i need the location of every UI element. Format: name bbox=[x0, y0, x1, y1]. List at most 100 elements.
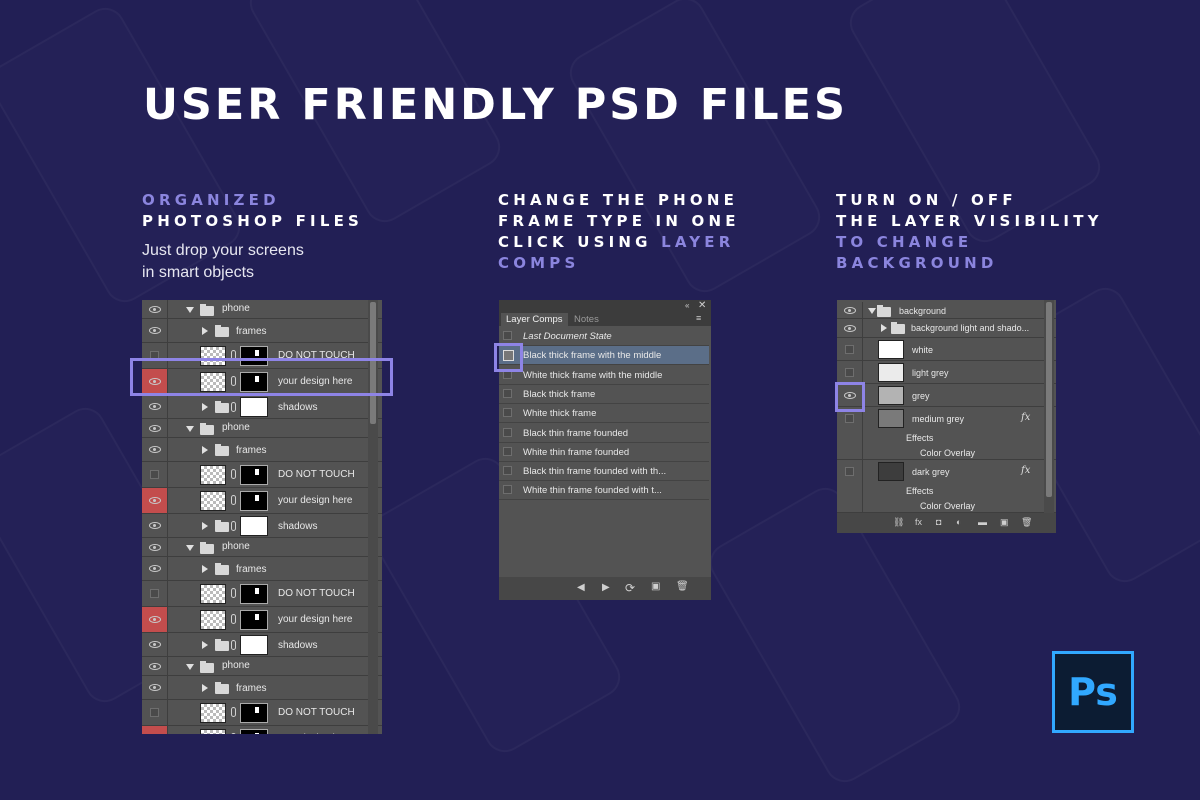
layer-group-row[interactable]: background light and shado... bbox=[837, 319, 1056, 338]
visibility-toggle[interactable] bbox=[142, 657, 168, 675]
layer-group-row[interactable]: phone bbox=[142, 538, 382, 557]
layer-design-row[interactable]: your design here bbox=[142, 607, 382, 633]
visibility-toggle[interactable] bbox=[142, 319, 168, 342]
visibility-toggle[interactable] bbox=[142, 607, 168, 632]
visibility-toggle[interactable] bbox=[142, 557, 168, 580]
layer-comp-item[interactable]: Black thin frame founded bbox=[499, 424, 709, 443]
layer-comp-item[interactable]: White thick frame bbox=[499, 404, 709, 424]
visibility-toggle[interactable] bbox=[837, 302, 863, 318]
visibility-toggle[interactable] bbox=[142, 538, 168, 556]
layer-comp-name: Last Document State bbox=[523, 331, 612, 342]
collapse-icon[interactable]: « bbox=[685, 301, 689, 310]
refresh-icon[interactable]: ⟳ bbox=[625, 581, 635, 595]
layer-design-row[interactable]: your design here bbox=[142, 488, 382, 514]
layer-group-row[interactable]: background bbox=[837, 302, 1056, 319]
layer-name: your design here bbox=[278, 614, 353, 625]
layer-mask bbox=[240, 635, 268, 655]
visibility-toggle-off[interactable] bbox=[837, 361, 863, 383]
mask-icon[interactable]: ◘ bbox=[936, 517, 941, 527]
trash-icon[interactable]: 🗑 bbox=[1021, 517, 1032, 528]
layer-comp-item[interactable]: White thin frame founded with t... bbox=[499, 481, 709, 501]
layer-comp-item[interactable]: Black thin frame founded with th... bbox=[499, 462, 709, 482]
layer-group-row[interactable]: phone bbox=[142, 419, 382, 438]
comp-checkbox[interactable] bbox=[503, 427, 512, 437]
visibility-toggle[interactable] bbox=[142, 726, 168, 734]
visibility-toggle-off[interactable] bbox=[837, 460, 863, 512]
comp-checkbox[interactable] bbox=[503, 331, 512, 340]
adjustment-icon[interactable]: ◐ bbox=[956, 517, 961, 527]
comp-checkbox[interactable] bbox=[503, 388, 512, 398]
visibility-toggle[interactable] bbox=[142, 300, 168, 318]
layer-row-1[interactable]: light grey bbox=[837, 361, 1056, 384]
layer-comp-item[interactable]: Black thick frame with the middle bbox=[499, 346, 709, 366]
layer-row-4[interactable]: dark grey fx Effects Color Overlay bbox=[837, 460, 1056, 513]
visibility-toggle[interactable] bbox=[142, 633, 168, 656]
heading-line: TURN ON / OFF bbox=[836, 191, 1017, 209]
heading-accent: LAYER bbox=[661, 233, 735, 251]
layer-shadows-row[interactable]: shadows bbox=[142, 395, 382, 419]
layer-comp-item[interactable]: White thin frame founded bbox=[499, 443, 709, 462]
visibility-toggle[interactable] bbox=[142, 514, 168, 537]
comp-checkbox[interactable] bbox=[503, 485, 512, 495]
comp-checkbox[interactable] bbox=[503, 408, 512, 418]
layer-comp-name: White thin frame founded bbox=[523, 446, 630, 458]
comp-checkbox[interactable] bbox=[503, 446, 512, 456]
effect-name: Color Overlay bbox=[920, 448, 976, 458]
new-comp-icon[interactable]: ▣ bbox=[651, 581, 660, 592]
folder-icon bbox=[215, 444, 229, 456]
visibility-toggle-off[interactable] bbox=[837, 338, 863, 360]
layer-mask bbox=[240, 516, 268, 536]
trash-icon[interactable]: 🗑 bbox=[676, 581, 689, 592]
next-icon[interactable]: ▶ bbox=[602, 582, 610, 593]
layer-row-2[interactable]: grey bbox=[837, 384, 1056, 407]
layer-row-0[interactable]: white bbox=[837, 338, 1056, 361]
layer-do-not-touch-row[interactable]: DO NOT TOUCH bbox=[142, 581, 382, 607]
layer-frames-row[interactable]: frames bbox=[142, 676, 382, 700]
visibility-toggle-off[interactable] bbox=[837, 407, 863, 459]
link-icon[interactable]: ⛓ bbox=[893, 517, 904, 528]
layer-shadows-row[interactable]: shadows bbox=[142, 514, 382, 538]
layer-group-row[interactable]: phone bbox=[142, 300, 382, 319]
visibility-toggle[interactable] bbox=[142, 419, 168, 437]
folder-icon bbox=[200, 661, 214, 673]
tab-layer-comps[interactable]: Layer Comps bbox=[501, 313, 568, 327]
expand-arrow-icon bbox=[186, 307, 194, 313]
fx-button-icon[interactable]: fx bbox=[915, 517, 922, 527]
layer-shadows-row[interactable]: shadows bbox=[142, 633, 382, 657]
layer-name: shadows bbox=[278, 402, 318, 413]
visibility-toggle-off[interactable] bbox=[142, 462, 168, 487]
layer-frames-row[interactable]: frames bbox=[142, 557, 382, 581]
visibility-toggle[interactable] bbox=[142, 488, 168, 513]
layer-do-not-touch-row[interactable]: DO NOT TOUCH bbox=[142, 462, 382, 488]
layer-frames-row[interactable]: frames bbox=[142, 438, 382, 462]
layer-row-3[interactable]: medium grey fx Effects Color Overlay bbox=[837, 407, 1056, 460]
layer-frames-row[interactable]: frames bbox=[142, 319, 382, 343]
fx-icon: fx bbox=[1021, 412, 1031, 423]
comp-checkbox[interactable] bbox=[503, 466, 512, 476]
close-icon[interactable]: ✕ bbox=[698, 300, 706, 311]
visibility-toggle-off[interactable] bbox=[142, 700, 168, 725]
visibility-toggle[interactable] bbox=[142, 395, 168, 418]
layer-name: frames bbox=[236, 564, 267, 575]
new-layer-icon[interactable]: ▣ bbox=[1000, 517, 1009, 528]
layer-comp-item[interactable]: White thick frame with the middle bbox=[499, 366, 709, 385]
panel-menu-icon[interactable]: ≡ bbox=[696, 313, 701, 323]
visibility-highlight bbox=[835, 382, 865, 412]
subtext-line: Just drop your screens bbox=[142, 242, 304, 259]
visibility-toggle-off[interactable] bbox=[142, 581, 168, 606]
layer-design-row[interactable]: your design here bbox=[142, 726, 382, 734]
scrollbar-thumb[interactable] bbox=[1046, 302, 1052, 497]
layer-comp-item[interactable]: Last Document State bbox=[499, 327, 709, 346]
layer-do-not-touch-row[interactable]: DO NOT TOUCH bbox=[142, 700, 382, 726]
group-icon[interactable]: ▬ bbox=[978, 517, 987, 527]
layer-mask bbox=[240, 397, 268, 417]
layer-comp-item[interactable]: Black thick frame bbox=[499, 385, 709, 404]
visibility-toggle[interactable] bbox=[837, 319, 863, 337]
eye-icon bbox=[148, 424, 161, 432]
visibility-toggle[interactable] bbox=[142, 438, 168, 461]
previous-icon[interactable]: ◀ bbox=[577, 582, 585, 593]
link-icon bbox=[231, 469, 236, 479]
visibility-toggle[interactable] bbox=[142, 676, 168, 699]
layer-group-row[interactable]: phone bbox=[142, 657, 382, 676]
tab-notes[interactable]: Notes bbox=[569, 313, 604, 327]
